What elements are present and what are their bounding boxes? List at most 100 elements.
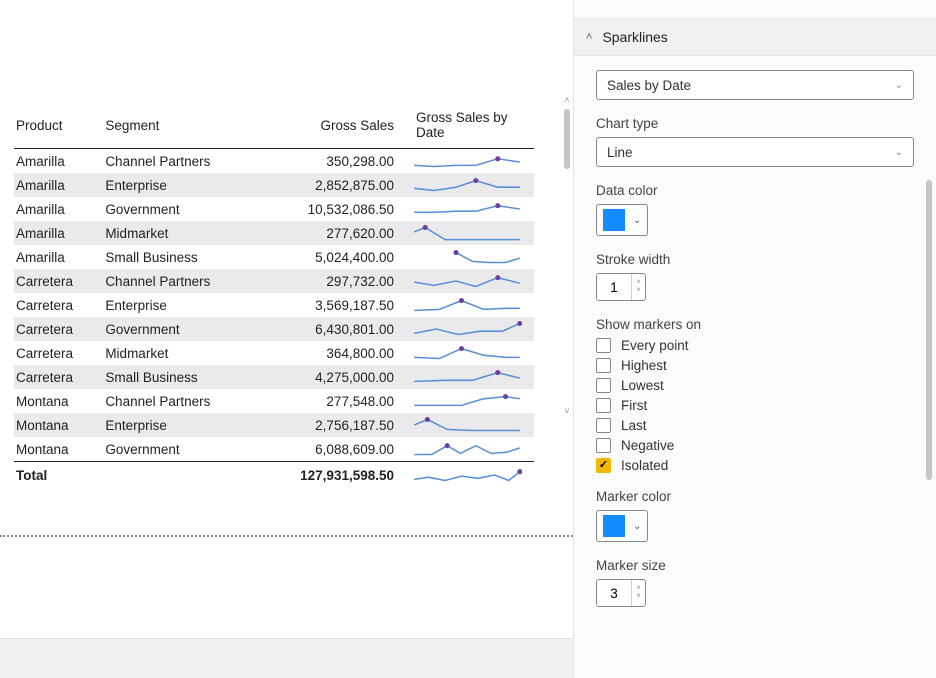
- cell-sparkline: [404, 317, 534, 341]
- cell-product: Amarilla: [14, 197, 103, 221]
- checkbox-label: Highest: [621, 358, 667, 373]
- sparkline-field-value: Sales by Date: [607, 78, 691, 93]
- checkbox-icon[interactable]: [596, 378, 611, 393]
- section-title: Sparklines: [602, 29, 667, 45]
- scroll-down-icon[interactable]: ˅: [564, 407, 569, 416]
- cell-product: Carretera: [14, 293, 103, 317]
- step-up-icon[interactable]: ˄: [632, 585, 645, 593]
- checkbox-label: First: [621, 398, 647, 413]
- checkbox-icon[interactable]: [596, 338, 611, 353]
- cell-sparkline: [404, 341, 534, 365]
- marker-color-picker[interactable]: ⌄: [596, 510, 648, 542]
- checkbox-label: Negative: [621, 438, 674, 453]
- checkbox-icon[interactable]: [596, 458, 611, 473]
- cell-product: Carretera: [14, 269, 103, 293]
- table-row[interactable]: CarreteraGovernment6,430,801.00: [14, 317, 534, 341]
- cell-gross: 3,569,187.50: [259, 293, 404, 317]
- table-row[interactable]: CarreteraEnterprise3,569,187.50: [14, 293, 534, 317]
- table-row[interactable]: CarreteraMidmarket364,800.00: [14, 341, 534, 365]
- pane-scroll-thumb[interactable]: [926, 180, 932, 480]
- sparkline-field-select[interactable]: Sales by Date ⌄: [596, 70, 914, 100]
- checkbox-label: Isolated: [621, 458, 668, 473]
- checkbox-icon[interactable]: [596, 418, 611, 433]
- step-up-icon[interactable]: ˄: [632, 279, 645, 287]
- table-row[interactable]: MontanaChannel Partners277,548.00: [14, 389, 534, 413]
- scroll-up-icon[interactable]: ˄: [564, 96, 569, 105]
- col-sparkline[interactable]: Gross Sales by Date: [404, 104, 534, 149]
- cell-segment: Government: [103, 197, 258, 221]
- marker-color-swatch: [603, 515, 625, 537]
- marker-color-label: Marker color: [596, 489, 914, 504]
- checkbox-last[interactable]: Last: [596, 418, 914, 433]
- cell-product: Carretera: [14, 341, 103, 365]
- cell-segment: Channel Partners: [103, 269, 258, 293]
- table-scrollbar[interactable]: ˄ ˅: [561, 96, 573, 416]
- marker-size-label: Marker size: [596, 558, 914, 573]
- cell-product: Carretera: [14, 365, 103, 389]
- chart-type-value: Line: [607, 145, 633, 160]
- col-gross[interactable]: Gross Sales: [259, 104, 404, 149]
- checkbox-highest[interactable]: Highest: [596, 358, 914, 373]
- table-row[interactable]: CarreteraChannel Partners297,732.00: [14, 269, 534, 293]
- table-row[interactable]: MontanaGovernment6,088,609.00: [14, 437, 534, 462]
- cell-sparkline: [404, 197, 534, 221]
- checkbox-negative[interactable]: Negative: [596, 438, 914, 453]
- chart-type-select[interactable]: Line ⌄: [596, 137, 914, 167]
- col-segment[interactable]: Segment: [103, 104, 258, 149]
- table-row[interactable]: AmarillaSmall Business5,024,400.00: [14, 245, 534, 269]
- cell-segment: Small Business: [103, 365, 258, 389]
- checkbox-icon[interactable]: [596, 358, 611, 373]
- cell-gross: 2,852,875.00: [259, 173, 404, 197]
- table-total-row: Total127,931,598.50: [14, 462, 534, 488]
- cell-segment: Enterprise: [103, 293, 258, 317]
- show-markers-label: Show markers on: [596, 317, 914, 332]
- cell-gross: 297,732.00: [259, 269, 404, 293]
- cell-gross: 350,298.00: [259, 149, 404, 174]
- stroke-width-stepper[interactable]: ˄ ˅: [596, 273, 646, 301]
- checkbox-label: Lowest: [621, 378, 664, 393]
- data-color-picker[interactable]: ⌄: [596, 204, 648, 236]
- cell-segment: Government: [103, 437, 258, 462]
- chevron-down-icon: ⌄: [895, 147, 903, 158]
- step-down-icon[interactable]: ˅: [632, 593, 645, 601]
- footer-bar: [0, 638, 573, 678]
- step-down-icon[interactable]: ˅: [632, 287, 645, 295]
- cell-product: Amarilla: [14, 149, 103, 174]
- cell-gross: 277,620.00: [259, 221, 404, 245]
- table-row[interactable]: AmarillaChannel Partners350,298.00: [14, 149, 534, 174]
- checkbox-first[interactable]: First: [596, 398, 914, 413]
- checkbox-label: Last: [621, 418, 647, 433]
- cell-gross: 2,756,187.50: [259, 413, 404, 437]
- cell-gross: 5,024,400.00: [259, 245, 404, 269]
- cell-gross: 6,430,801.00: [259, 317, 404, 341]
- total-gross: 127,931,598.50: [259, 462, 404, 488]
- cell-product: Montana: [14, 413, 103, 437]
- table-row[interactable]: AmarillaGovernment10,532,086.50: [14, 197, 534, 221]
- col-product[interactable]: Product: [14, 104, 103, 149]
- marker-size-stepper[interactable]: ˄ ˅: [596, 579, 646, 607]
- cell-sparkline: [404, 437, 534, 462]
- markers-checklist: Every point Highest Lowest First Last Negativ…: [596, 338, 914, 473]
- scroll-thumb[interactable]: [564, 109, 570, 169]
- table-row[interactable]: AmarillaMidmarket277,620.00: [14, 221, 534, 245]
- divider: [0, 535, 573, 537]
- table-row[interactable]: CarreteraSmall Business4,275,000.00: [14, 365, 534, 389]
- section-sparklines-header[interactable]: ˄ Sparklines: [574, 18, 936, 56]
- checkbox-lowest[interactable]: Lowest: [596, 378, 914, 393]
- cell-product: Carretera: [14, 317, 103, 341]
- cell-product: Amarilla: [14, 245, 103, 269]
- checkbox-isolated[interactable]: Isolated: [596, 458, 914, 473]
- checkbox-icon[interactable]: [596, 398, 611, 413]
- stroke-width-input[interactable]: [597, 274, 631, 300]
- cell-segment: Enterprise: [103, 173, 258, 197]
- checkbox-icon[interactable]: [596, 438, 611, 453]
- checkbox-every[interactable]: Every point: [596, 338, 914, 353]
- cell-segment: Midmarket: [103, 221, 258, 245]
- table-row[interactable]: AmarillaEnterprise2,852,875.00: [14, 173, 534, 197]
- total-sparkline: [404, 462, 534, 488]
- table-row[interactable]: MontanaEnterprise2,756,187.50: [14, 413, 534, 437]
- marker-size-input[interactable]: [597, 580, 631, 606]
- cell-sparkline: [404, 221, 534, 245]
- chevron-down-icon: ⌄: [895, 80, 903, 91]
- cell-sparkline: [404, 293, 534, 317]
